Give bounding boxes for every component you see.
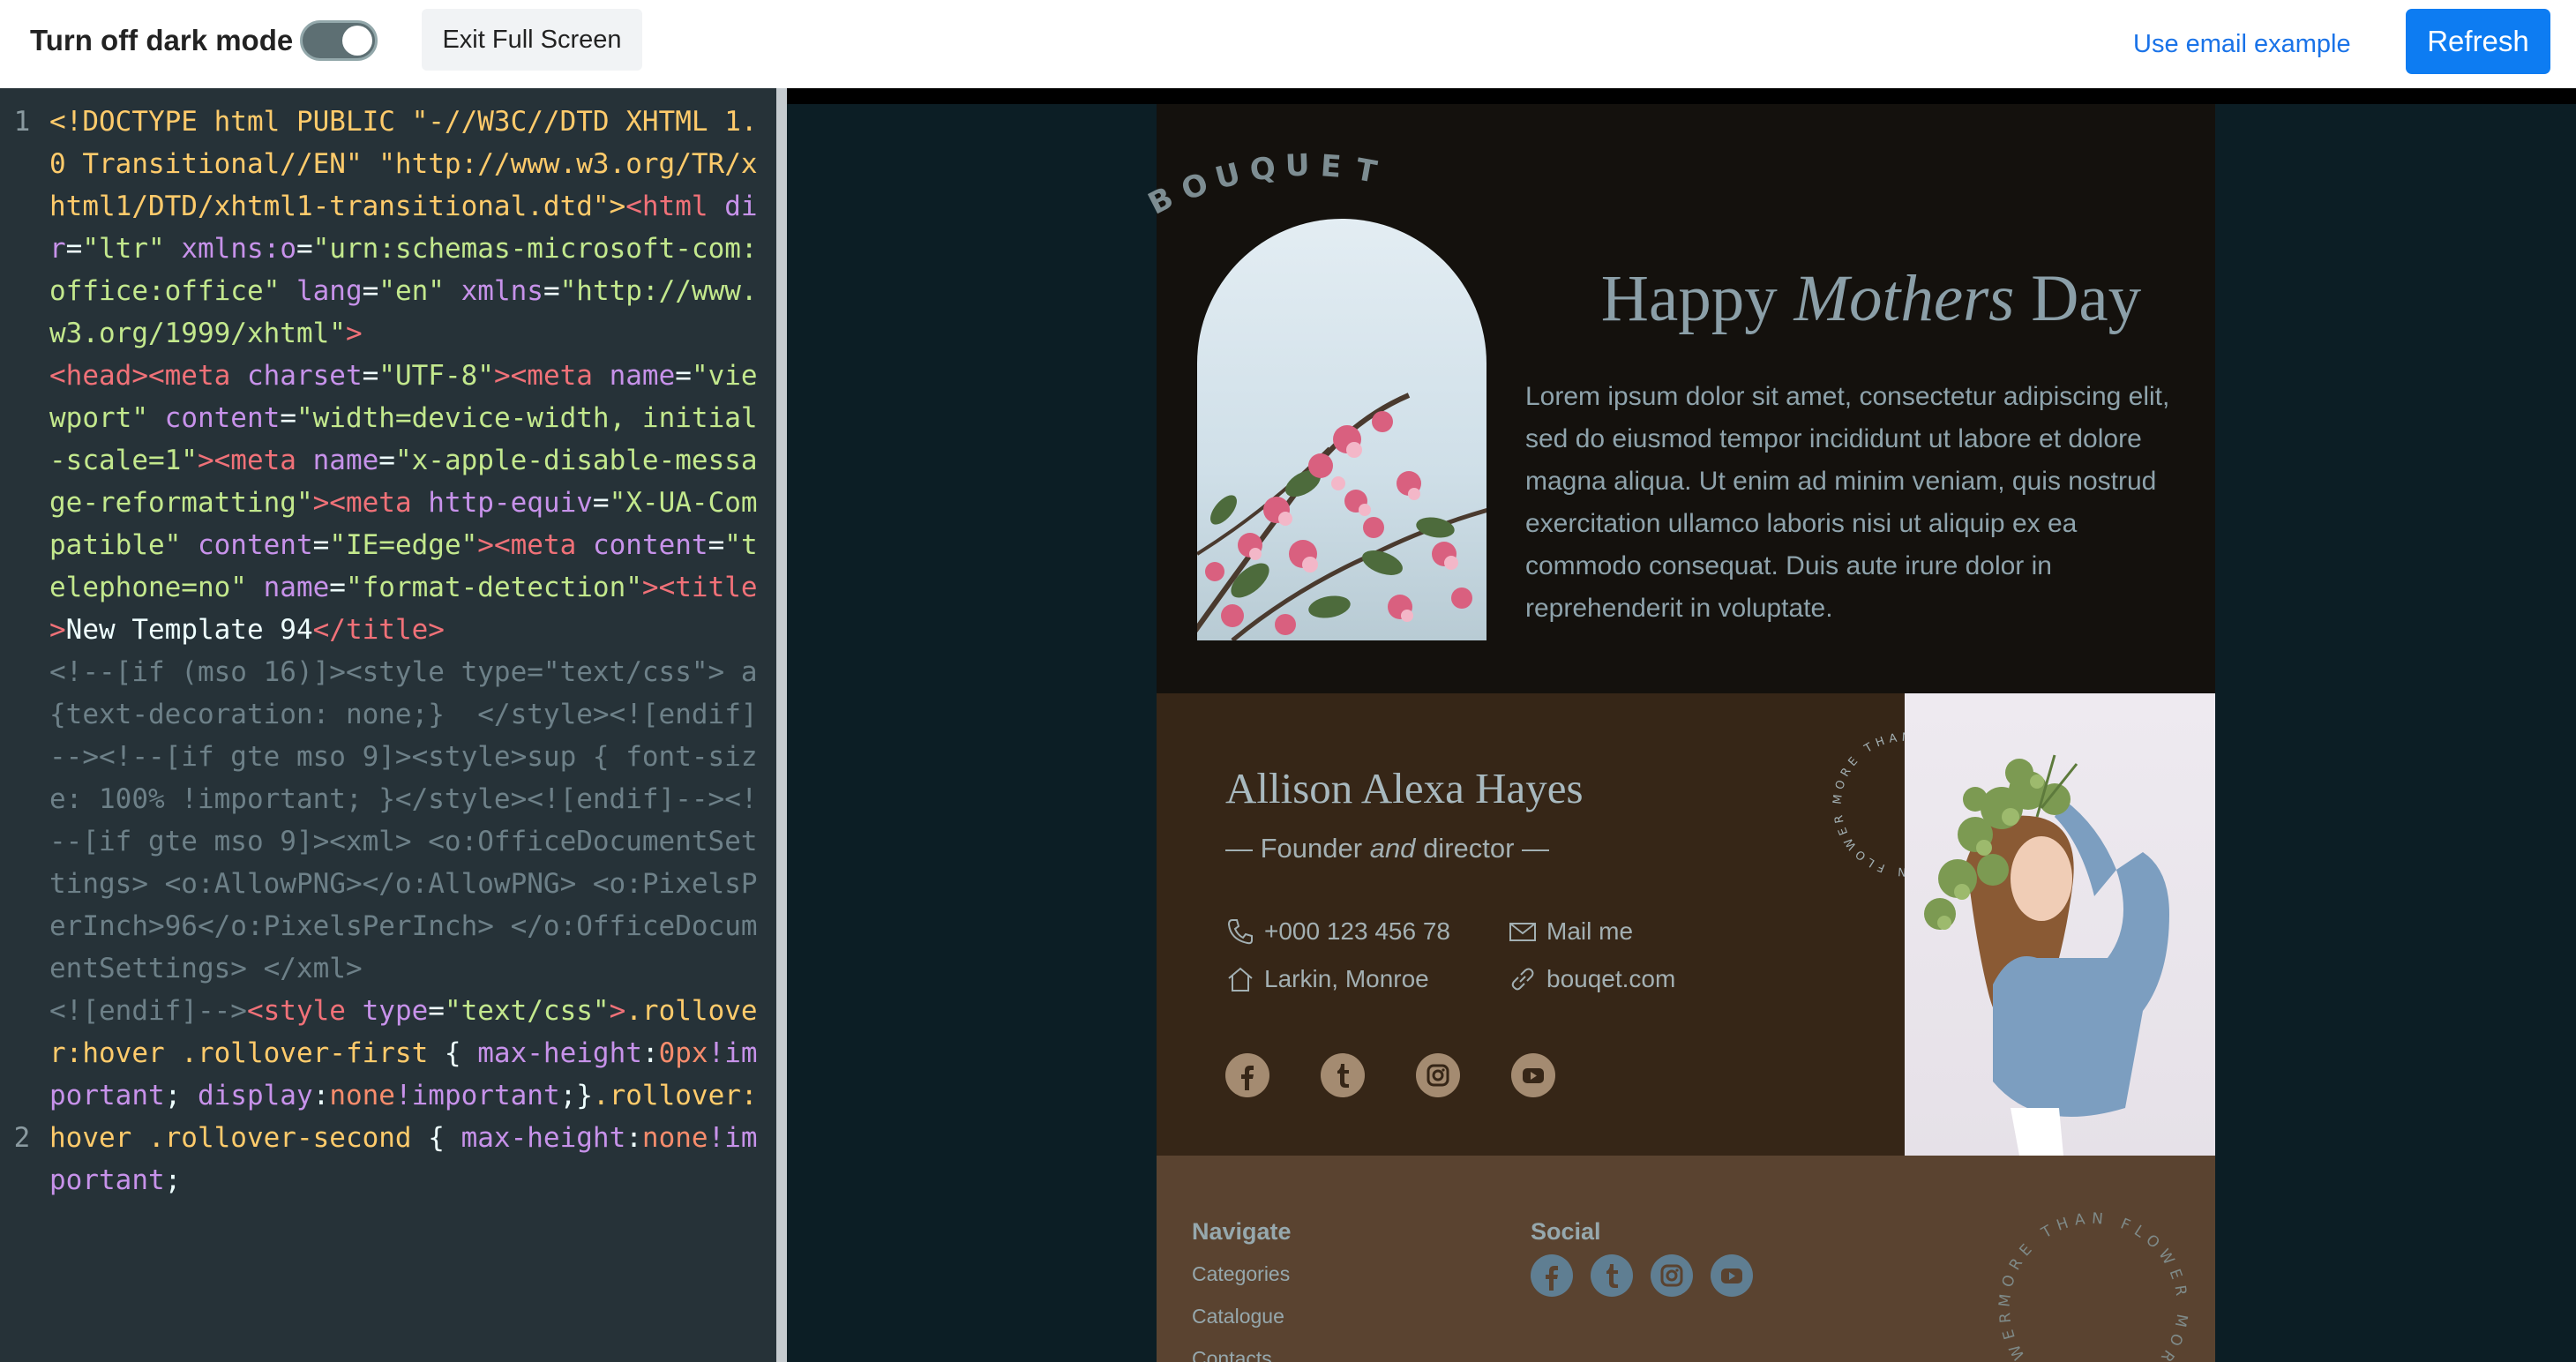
navigate-heading: Navigate: [1192, 1218, 1292, 1245]
hero-paragraph: Lorem ipsum dolor sit amet, consectetur …: [1525, 382, 2170, 623]
flower-illustration: [1197, 393, 1486, 640]
phone-link[interactable]: +000 123 456 78: [1225, 914, 1450, 949]
exit-full-screen-button[interactable]: Exit Full Screen: [422, 9, 642, 71]
mail-icon: [1509, 923, 1536, 941]
pane-divider[interactable]: [776, 88, 787, 1362]
brand-letter: B: [1142, 180, 1179, 223]
profile-name: Allison Alexa Hayes: [1225, 764, 1584, 812]
woman-with-flowers-illustration: [1924, 754, 2169, 1156]
profile-section: Allison Alexa Hayes — Founder and direct…: [1157, 693, 2215, 1156]
hero-title-prefix: Happy: [1600, 262, 1778, 335]
website-link[interactable]: bouqet.com: [1508, 962, 1675, 997]
line-number: 1: [13, 106, 31, 138]
toggle-knob: [342, 26, 372, 56]
facebook-icon[interactable]: [1531, 1254, 1573, 1297]
facebook-icon[interactable]: [1225, 1053, 1269, 1097]
role-emphasis: and: [1369, 833, 1416, 864]
toolbar: Turn off dark mode Exit Full Screen Use …: [0, 0, 2576, 88]
dark-mode-label: Turn off dark mode: [30, 24, 294, 56]
profile-role: — Founder and director —: [1225, 831, 1549, 866]
hero-title-emphasis: Mothers: [1793, 262, 2015, 335]
hero-flower-image: [1197, 219, 1486, 640]
svg-text:MORE THAN FLOWER MORE THAN FLO: MORE THAN FLOWER MORE THAN FLOWER: [1996, 1210, 2190, 1362]
email-preview: BOUQUET Happy Mothers Day Lorem ipsum do…: [787, 88, 2576, 1362]
website-text: bouqet.com: [1546, 965, 1676, 992]
link-icon: [1511, 968, 1534, 991]
founder-photo: [1905, 693, 2215, 1156]
email-body: BOUQUET Happy Mothers Day Lorem ipsum do…: [1142, 104, 2215, 1362]
hero-section: BOUQUET Happy Mothers Day Lorem ipsum do…: [1142, 104, 2215, 693]
social-heading: Social: [1531, 1218, 1601, 1245]
phone-text: +000 123 456 78: [1264, 917, 1450, 945]
code-editor[interactable]: 1 2 <!DOCTYPE html PUBLIC "-//W3C//DTD X…: [0, 88, 776, 1362]
brand-letter: U: [1284, 147, 1311, 184]
home-icon: [1228, 967, 1253, 992]
line-number: 2: [13, 1122, 31, 1154]
footer-link-categories[interactable]: Categories: [1192, 1260, 1290, 1288]
address-item: Larkin, Monroe: [1225, 962, 1429, 997]
instagram-icon[interactable]: [1651, 1254, 1693, 1297]
brand-letter: E: [1319, 148, 1343, 185]
refresh-button[interactable]: Refresh: [2406, 9, 2550, 74]
hero-title-suffix: Day: [2031, 262, 2142, 335]
role-prefix: — Founder: [1225, 833, 1363, 864]
brand-letter: T: [1352, 152, 1380, 191]
brand-letter: O: [1176, 166, 1213, 208]
code-text[interactable]: <!DOCTYPE html PUBLIC "-//W3C//DTD XHTML…: [49, 101, 768, 1201]
role-suffix: director —: [1423, 833, 1550, 864]
tumblr-icon[interactable]: [1591, 1254, 1633, 1297]
footer-link-contacts[interactable]: Contacts: [1192, 1344, 1272, 1362]
mail-text: Mail me: [1546, 917, 1634, 945]
youtube-icon[interactable]: [1711, 1254, 1753, 1297]
footer-link-catalogue[interactable]: Catalogue: [1192, 1302, 1284, 1330]
brand-letter: U: [1211, 156, 1244, 197]
tumblr-icon[interactable]: [1321, 1053, 1365, 1097]
hero-title: Happy Mothers Day: [1554, 259, 2189, 339]
youtube-icon[interactable]: [1511, 1053, 1555, 1097]
use-email-example-link[interactable]: Use email example: [2133, 26, 2351, 62]
dark-mode-toggle[interactable]: [300, 20, 378, 61]
instagram-icon[interactable]: [1416, 1053, 1460, 1097]
more-than-flower-badge: MORE THAN FLOWER MORE THAN FLOWER: [1996, 1210, 2190, 1362]
brand-letter: Q: [1247, 150, 1278, 189]
mail-link[interactable]: Mail me: [1508, 914, 1633, 949]
footer-section: Navigate Categories Catalogue Contacts S…: [1157, 1156, 2215, 1362]
phone-icon: [1227, 919, 1253, 945]
address-text: Larkin, Monroe: [1264, 965, 1429, 992]
preview-top-edge: [787, 88, 2576, 104]
